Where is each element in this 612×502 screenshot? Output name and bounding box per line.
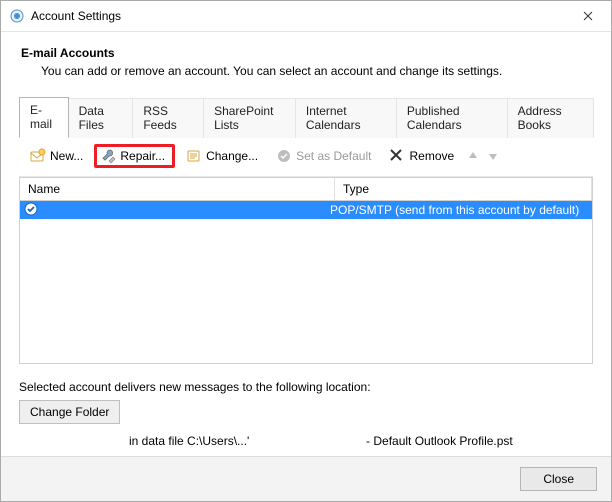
new-label: New...: [50, 149, 83, 163]
tab-email[interactable]: E-mail: [19, 97, 69, 138]
account-list-header: Name Type: [19, 177, 593, 201]
change-label: Change...: [206, 149, 258, 163]
set-default-label: Set as Default: [296, 149, 371, 163]
tab-label: Data Files: [79, 104, 104, 132]
tab-label: RSS Feeds: [143, 104, 176, 132]
titlebar: Account Settings: [1, 1, 611, 32]
account-settings-window: Account Settings E-mail Accounts You can…: [0, 0, 612, 502]
tab-data-files[interactable]: Data Files: [68, 98, 134, 138]
account-name-cell: [20, 202, 322, 219]
tab-address-books[interactable]: Address Books: [507, 98, 594, 138]
account-list[interactable]: POP/SMTP (send from this account by defa…: [19, 201, 593, 364]
delivery-path: in data file C:\Users\...' - Default Out…: [129, 434, 593, 448]
close-label: Close: [543, 472, 574, 486]
account-type-cell: POP/SMTP (send from this account by defa…: [322, 203, 592, 217]
close-icon: [583, 11, 593, 21]
move-up-button: [465, 148, 481, 164]
tab-label: E-mail: [30, 103, 52, 131]
tab-label: SharePoint Lists: [214, 104, 273, 132]
tab-published-calendars[interactable]: Published Calendars: [396, 98, 508, 138]
delivery-profile: - Default Outlook Profile.pst: [366, 434, 513, 448]
set-default-button: Set as Default: [269, 144, 378, 168]
default-account-check-icon: [24, 202, 38, 219]
check-circle-icon: [276, 148, 292, 164]
tab-internet-calendars[interactable]: Internet Calendars: [295, 98, 397, 138]
window-close-button[interactable]: [565, 1, 611, 31]
window-title: Account Settings: [31, 9, 121, 23]
remove-button[interactable]: Remove: [382, 144, 461, 168]
new-button[interactable]: New...: [23, 144, 90, 168]
tab-label: Internet Calendars: [306, 104, 361, 132]
repair-label: Repair...: [120, 149, 165, 163]
tab-sharepoint-lists[interactable]: SharePoint Lists: [203, 98, 296, 138]
tab-label: Address Books: [518, 104, 562, 132]
close-button[interactable]: Close: [520, 467, 597, 491]
app-icon: [9, 8, 25, 24]
remove-x-icon: [389, 148, 405, 164]
toolbar: New... Repair... Chang: [19, 138, 593, 177]
section-heading: E-mail Accounts: [21, 46, 593, 60]
wrench-icon: [100, 148, 116, 164]
move-down-button: [485, 148, 501, 164]
change-button[interactable]: Change...: [179, 144, 265, 168]
delivery-label: Selected account delivers new messages t…: [19, 380, 593, 394]
change-folder-button[interactable]: Change Folder: [19, 400, 120, 424]
tabstrip: E-mail Data Files RSS Feeds SharePoint L…: [19, 96, 593, 138]
new-mail-icon: [30, 148, 46, 164]
tab-label: Published Calendars: [407, 104, 462, 132]
content-area: E-mail Accounts You can add or remove an…: [1, 32, 611, 456]
section-description: You can add or remove an account. You ca…: [41, 64, 593, 78]
tab-rss-feeds[interactable]: RSS Feeds: [132, 98, 204, 138]
remove-label: Remove: [409, 149, 454, 163]
repair-button[interactable]: Repair...: [94, 144, 175, 168]
dialog-footer: Close: [1, 456, 611, 501]
delivery-path-prefix: in data file C:\Users\...': [129, 434, 249, 448]
change-folder-label: Change Folder: [30, 405, 109, 419]
column-type[interactable]: Type: [335, 178, 592, 200]
column-name[interactable]: Name: [20, 178, 335, 200]
account-row[interactable]: POP/SMTP (send from this account by defa…: [20, 201, 592, 219]
change-icon: [186, 148, 202, 164]
